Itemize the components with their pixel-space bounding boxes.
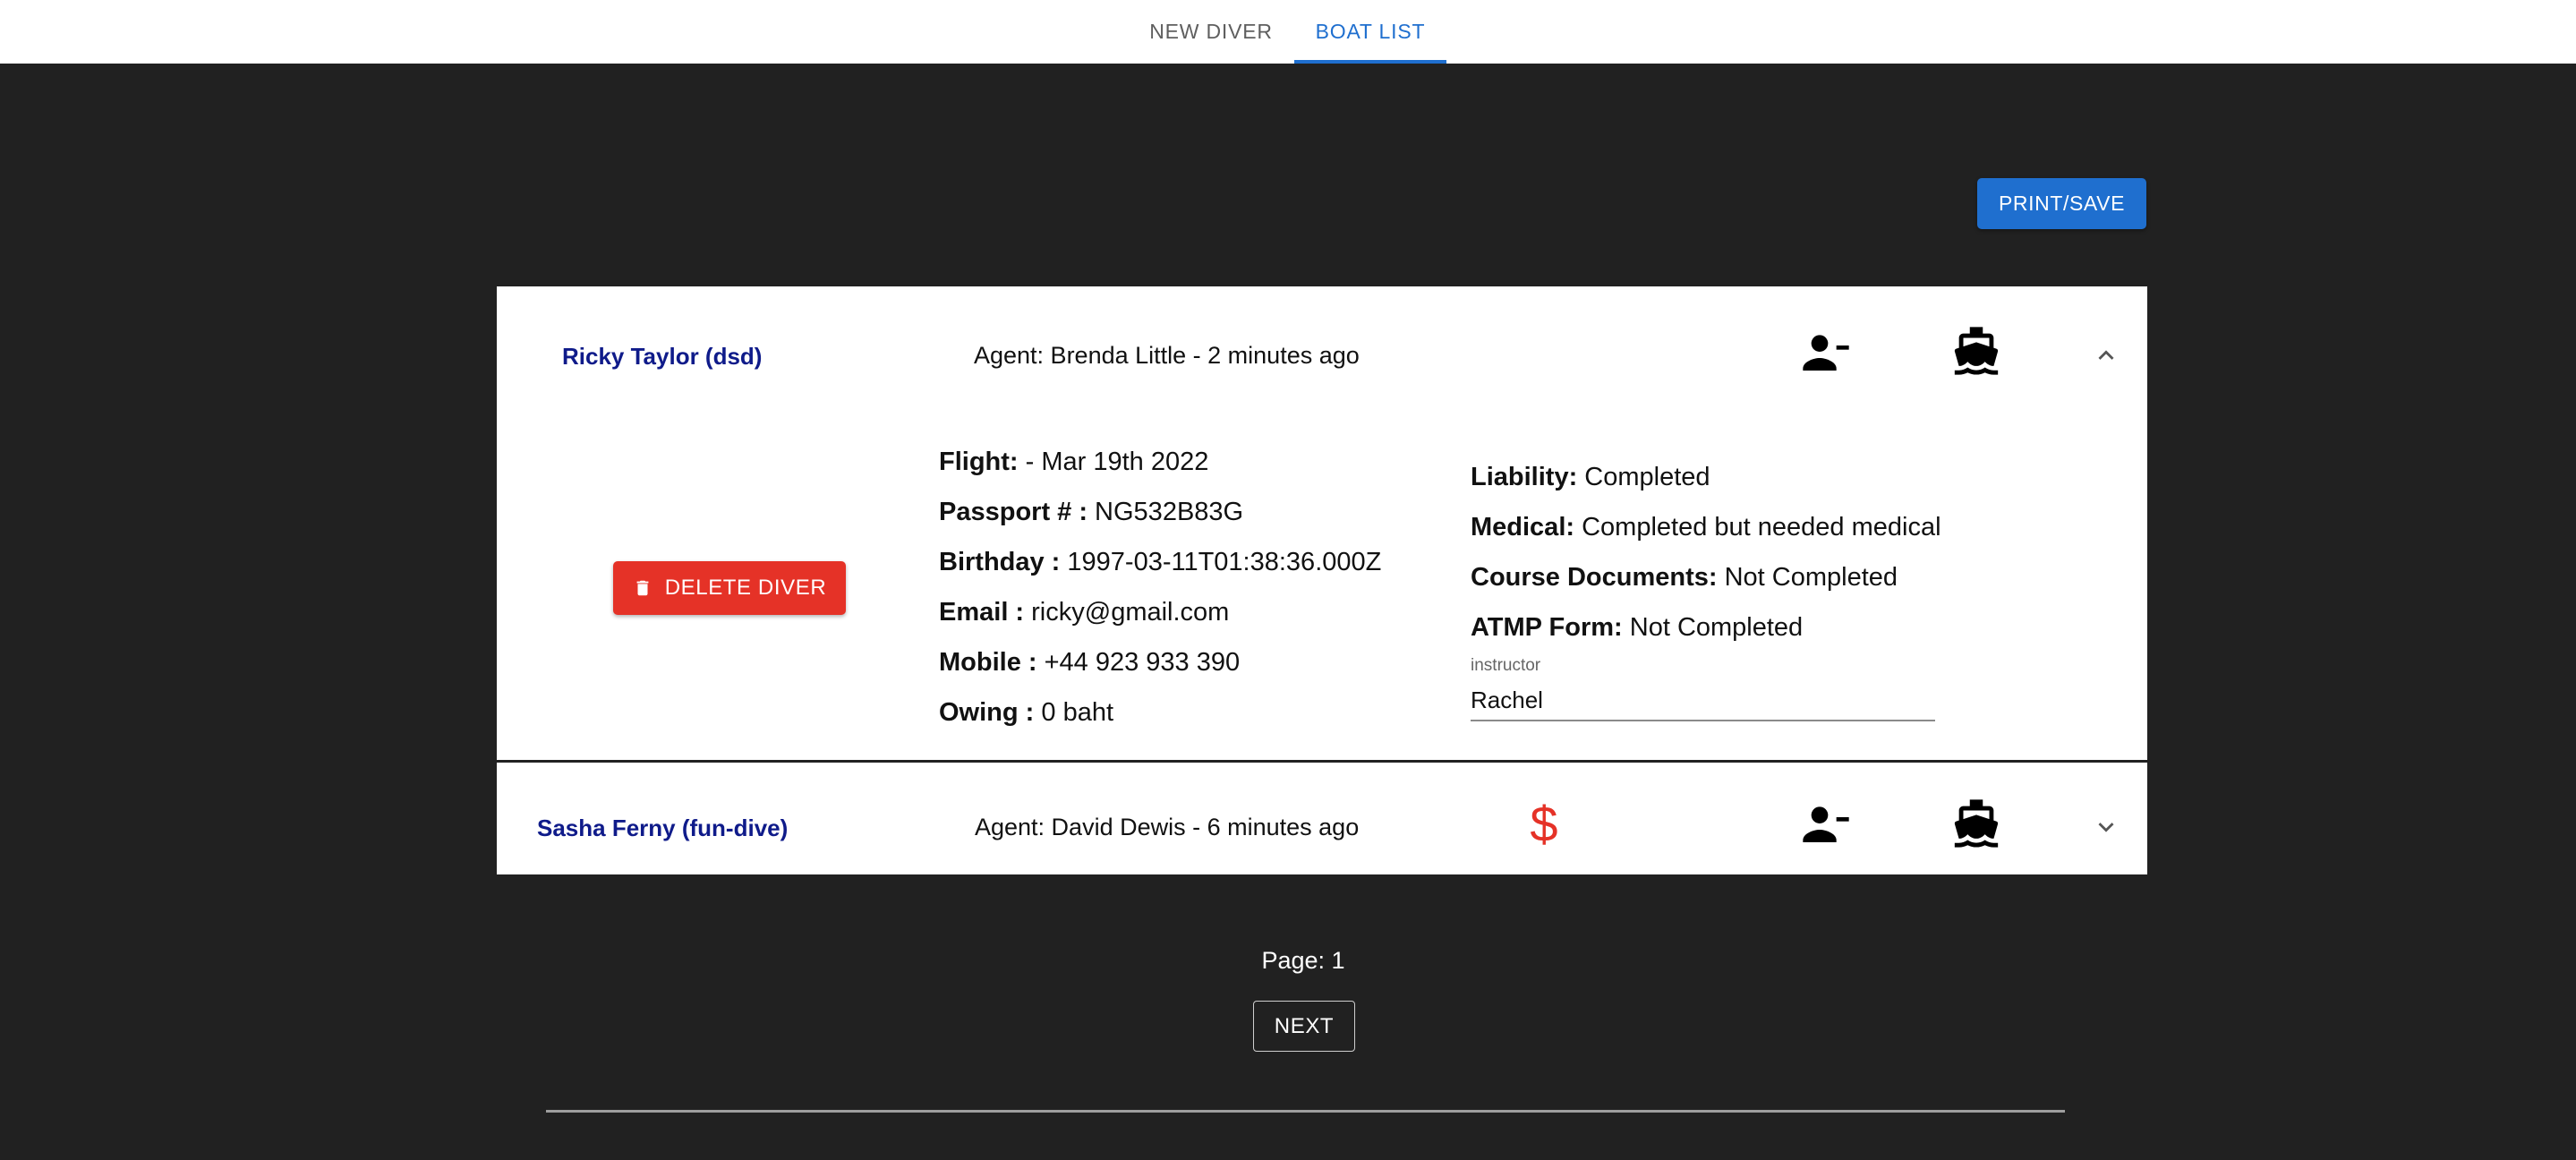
remove-person-icon[interactable] [1801, 327, 1851, 377]
page-indicator: Page: 1 [1261, 947, 1345, 974]
active-tab-indicator [1294, 60, 1446, 64]
diver-name[interactable]: Ricky Taylor (dsd) [562, 343, 762, 371]
birthday-field: Birthday : 1997-03-11T01:38:36.000Z [939, 548, 1382, 576]
agent-info: Agent: David Dewis - 6 minutes ago [975, 814, 1360, 840]
medical-status: Medical: Completed but needed medical [1471, 513, 1941, 542]
instructor-input[interactable] [1471, 680, 1935, 721]
flight-field: Flight: - Mar 19th 2022 [939, 448, 1209, 476]
owing-field: Owing : 0 baht [939, 698, 1114, 727]
svg-text:$: $ [1530, 800, 1557, 850]
passport-field: Passport # : NG532B83G [939, 498, 1244, 526]
liability-status: Liability: Completed [1471, 463, 1710, 491]
instructor-label: instructor [1471, 656, 1541, 675]
chevron-down-icon[interactable] [2091, 812, 2121, 842]
atmp-form-status: ATMP Form: Not Completed [1471, 613, 1804, 642]
footer-divider [546, 1110, 2065, 1113]
course-documents-status: Course Documents: Not Completed [1471, 563, 1898, 592]
boat-icon[interactable] [1950, 324, 2002, 378]
next-page-button[interactable]: NEXT [1253, 1001, 1355, 1052]
agent-info: Agent: Brenda Little - 2 minutes ago [974, 342, 1360, 369]
tab-new-diver[interactable]: NEW DIVER [1140, 0, 1282, 64]
delete-diver-button[interactable]: DELETE DIVER [613, 561, 846, 615]
diver-name[interactable]: Sasha Ferny (fun-dive) [537, 815, 788, 842]
print-save-button[interactable]: PRINT/SAVE [1977, 178, 2146, 229]
remove-person-icon[interactable] [1801, 798, 1851, 849]
diver-card-ricky-taylor: Ricky Taylor (dsd) Agent: Brenda Little … [497, 286, 2147, 760]
chevron-up-icon[interactable] [2091, 340, 2121, 371]
tab-boat-list[interactable]: BOAT LIST [1294, 0, 1446, 64]
top-nav-bar: NEW DIVER BOAT LIST [0, 0, 2576, 64]
trash-icon [636, 580, 649, 596]
boat-icon[interactable] [1950, 797, 2002, 850]
delete-diver-label: DELETE DIVER [664, 576, 827, 600]
email-field: Email : ricky@gmail.com [939, 598, 1230, 627]
diver-card-sasha-ferny[interactable]: Sasha Ferny (fun-dive) Agent: David Dewi… [497, 763, 2147, 874]
mobile-field: Mobile : +44 923 933 390 [939, 648, 1241, 677]
dollar-icon: $ [1530, 800, 1557, 850]
